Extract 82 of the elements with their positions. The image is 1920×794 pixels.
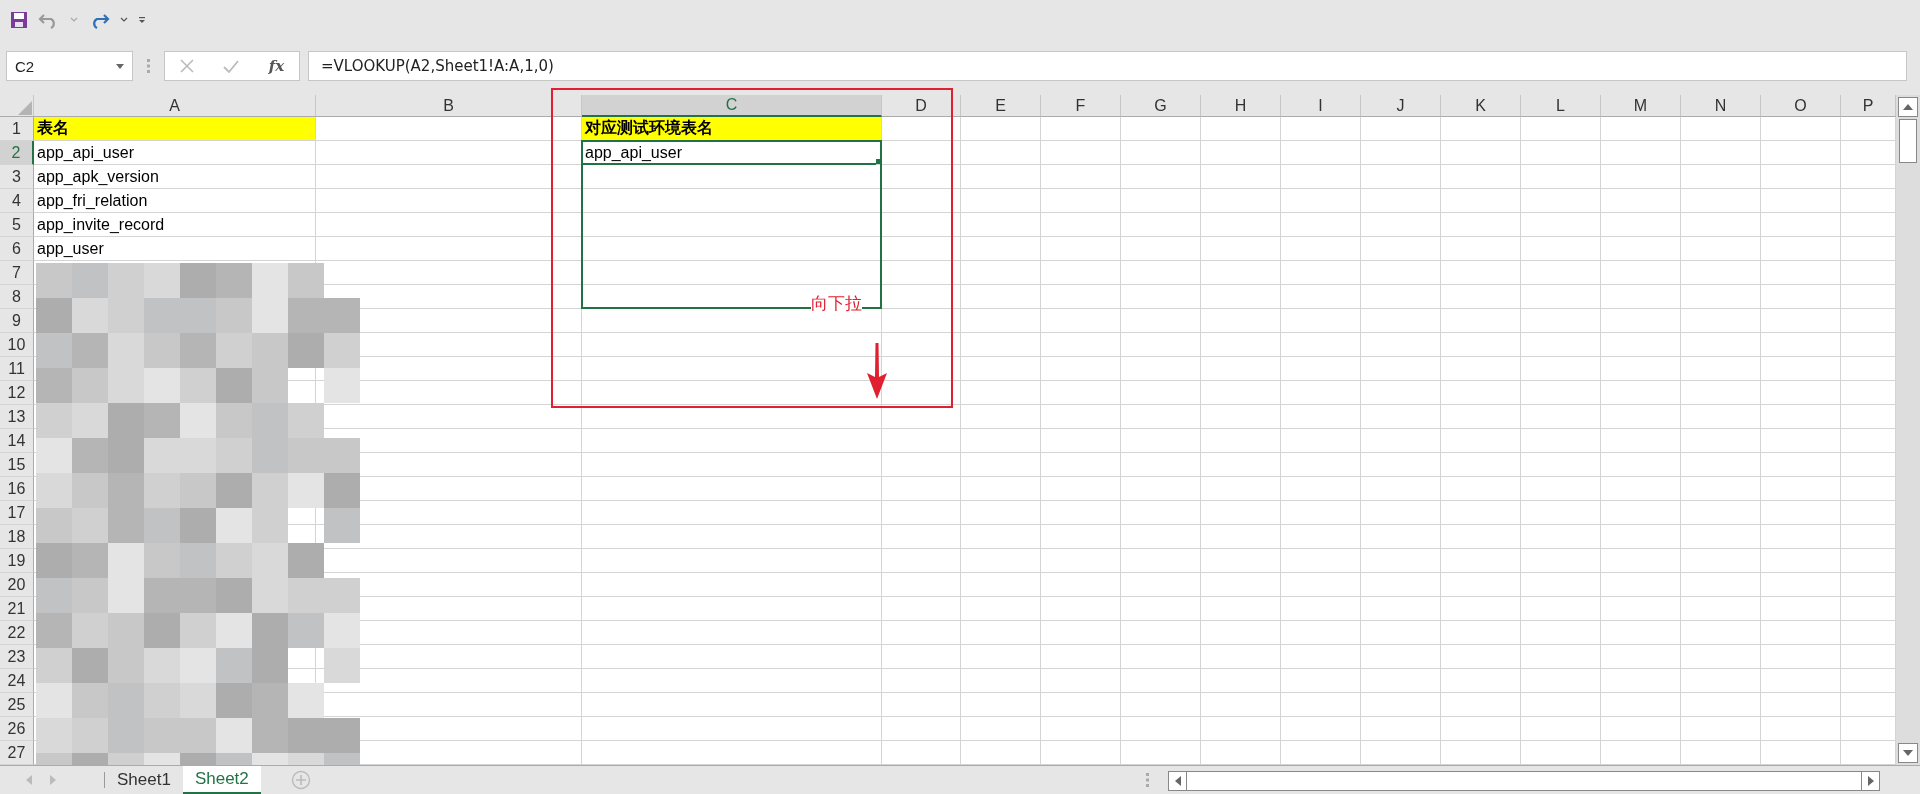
column-header[interactable]: K — [1441, 95, 1521, 117]
cancel-icon[interactable] — [179, 59, 194, 73]
row-header[interactable]: 1 — [0, 117, 34, 141]
grip-icon — [1146, 773, 1149, 787]
select-all-icon[interactable] — [18, 101, 32, 115]
check-icon[interactable] — [223, 59, 240, 73]
row-header[interactable]: 9 — [0, 309, 34, 333]
sheet-tab[interactable]: Sheet2 — [182, 766, 261, 794]
column-header[interactable]: J — [1361, 95, 1441, 117]
column-header[interactable]: N — [1681, 95, 1761, 117]
row-header[interactable]: 20 — [0, 573, 34, 597]
row-header[interactable]: 23 — [0, 645, 34, 669]
row-header[interactable]: 7 — [0, 261, 34, 285]
table-cell: app_fri_relation — [34, 189, 316, 213]
scroll-thumb[interactable] — [1899, 119, 1917, 163]
column-header[interactable]: E — [961, 95, 1041, 117]
row-header[interactable]: 8 — [0, 285, 34, 309]
row-header[interactable]: 14 — [0, 429, 34, 453]
row-header[interactable]: 22 — [0, 621, 34, 645]
selected-cell[interactable] — [581, 189, 882, 213]
row-header[interactable]: 24 — [0, 669, 34, 693]
column-header[interactable]: F — [1041, 95, 1121, 117]
annotation-text: 向下拉 — [811, 294, 862, 314]
row-header[interactable]: 16 — [0, 477, 34, 501]
selected-cell[interactable] — [581, 261, 882, 285]
fill-handle[interactable] — [876, 159, 881, 164]
selected-cell[interactable] — [581, 237, 882, 261]
name-box[interactable]: C2 — [6, 51, 133, 81]
table-cell: app_api_user — [34, 141, 316, 165]
row-header[interactable]: 13 — [0, 405, 34, 429]
previous-sheet-icon[interactable] — [26, 775, 32, 785]
row-header[interactable]: 19 — [0, 549, 34, 573]
table-cell: app_user — [34, 237, 316, 261]
table-cell: 表名 — [34, 117, 316, 141]
save-icon[interactable] — [10, 11, 28, 29]
row-header[interactable]: 21 — [0, 597, 34, 621]
column-header[interactable]: P — [1841, 95, 1896, 117]
down-caret-icon — [1903, 750, 1913, 756]
row-header[interactable]: 25 — [0, 693, 34, 717]
row-header[interactable]: 18 — [0, 525, 34, 549]
scroll-right-icon[interactable] — [1867, 776, 1874, 786]
up-caret-icon — [1903, 104, 1913, 110]
caret-icon[interactable] — [120, 17, 128, 23]
table-cell: app_apk_version — [34, 165, 316, 189]
table-cell: 对应测试环境表名 — [582, 117, 882, 141]
row-header[interactable]: 26 — [0, 717, 34, 741]
customize-icon[interactable] — [138, 16, 146, 24]
formula-field[interactable]: =VLOOKUP(A2,Sheet1!A:A,1,0) — [308, 51, 1907, 81]
scroll-left-icon[interactable] — [1174, 776, 1181, 786]
row-header[interactable]: 17 — [0, 501, 34, 525]
column-header[interactable]: M — [1601, 95, 1681, 117]
row-header[interactable]: 15 — [0, 453, 34, 477]
grip-icon — [147, 59, 150, 73]
column-header[interactable]: D — [882, 95, 961, 117]
row-header[interactable]: 2 — [0, 141, 34, 165]
column-header[interactable]: I — [1281, 95, 1361, 117]
scroll-up-button[interactable] — [1898, 97, 1918, 117]
insert-function-button[interactable]: fx — [268, 57, 285, 75]
selected-cell[interactable] — [581, 213, 882, 237]
sheet-tab[interactable]: Sheet1 — [105, 766, 183, 794]
down-arrow — [866, 343, 888, 399]
column-header[interactable]: C — [582, 95, 882, 117]
column-header[interactable]: G — [1121, 95, 1201, 117]
row-header[interactable]: 3 — [0, 165, 34, 189]
column-header[interactable]: A — [34, 95, 316, 117]
caret-icon[interactable] — [116, 63, 124, 69]
row-header[interactable]: 27 — [0, 741, 34, 765]
add-sheet-icon[interactable] — [290, 770, 311, 790]
next-sheet-icon[interactable] — [50, 775, 56, 785]
table-cell: app_invite_record — [34, 213, 316, 237]
column-header[interactable]: L — [1521, 95, 1601, 117]
row-header[interactable]: 4 — [0, 189, 34, 213]
horizontal-scrollbar[interactable] — [1168, 771, 1880, 791]
row-header[interactable]: 6 — [0, 237, 34, 261]
row-header[interactable]: 5 — [0, 213, 34, 237]
column-header[interactable]: O — [1761, 95, 1841, 117]
row-header[interactable]: 10 — [0, 333, 34, 357]
row-header[interactable]: 12 — [0, 381, 34, 405]
scroll-down-button[interactable] — [1898, 743, 1918, 763]
row-header[interactable]: 11 — [0, 357, 34, 381]
column-header[interactable]: H — [1201, 95, 1281, 117]
column-header[interactable]: B — [316, 95, 582, 117]
